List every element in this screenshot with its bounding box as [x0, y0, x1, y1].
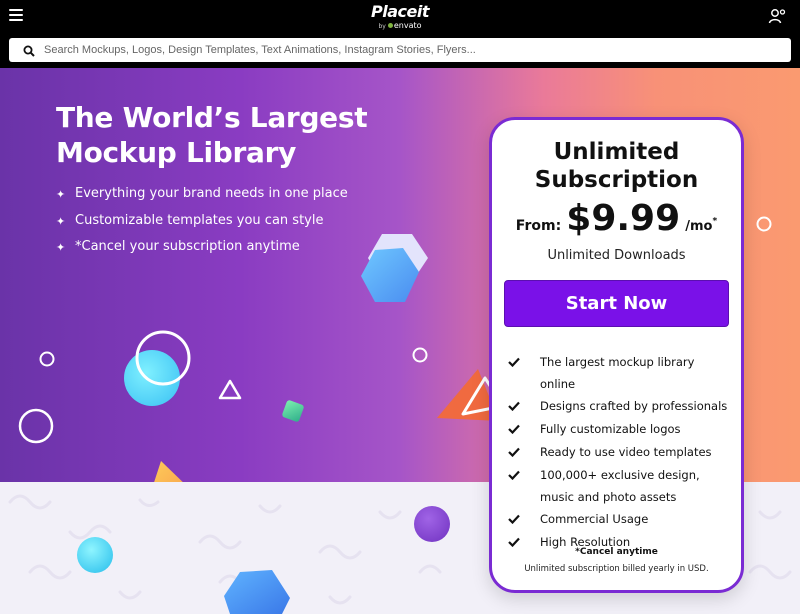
- feature-list: The largest mockup library online Design…: [508, 351, 730, 554]
- price-period: /mo: [685, 219, 713, 234]
- hero-bullet: ✦ Everything your brand needs in one plac…: [56, 186, 348, 213]
- sparkle-icon: ✦: [56, 214, 66, 228]
- triangle-outline-shape: [218, 379, 242, 400]
- small-ring-shape: [39, 351, 55, 367]
- hero-title-line1: The World’s Largest: [56, 101, 368, 134]
- cancel-note: *Cancel anytime: [575, 547, 658, 557]
- feature-item: Fully customizable logos: [508, 418, 730, 441]
- envato-leaf-icon: [387, 23, 393, 28]
- checkmark-icon: [508, 464, 540, 487]
- small-ring-shape-2: [412, 347, 428, 363]
- hero-bullet-text: Everything your brand needs in one place: [75, 186, 348, 201]
- price-row: From: $9.99 /mo*: [492, 198, 741, 239]
- yellow-triangle-shape: [154, 461, 183, 482]
- circle-shapes: [124, 330, 191, 406]
- user-account-icon[interactable]: [768, 8, 786, 24]
- feature-text: 100,000+ exclusive design, music and pho…: [540, 468, 700, 504]
- price-from-label: From:: [515, 218, 562, 234]
- feature-text: Designs crafted by professionals: [540, 399, 728, 413]
- feature-item: 100,000+ exclusive design, music and pho…: [508, 464, 730, 508]
- price-amount: $9.99: [566, 198, 681, 239]
- hero-bullet-text: Customizable templates you can style: [75, 212, 324, 228]
- search-bar: [9, 38, 791, 62]
- purple-circle-shape: [414, 506, 450, 542]
- checkmark-icon: [508, 395, 540, 418]
- card-subtitle: Unlimited Downloads: [547, 248, 686, 263]
- cyan-circle-shape: [77, 537, 113, 573]
- diamond-shape: [282, 400, 304, 422]
- ring-shape: [18, 408, 54, 444]
- search-icon[interactable]: [23, 44, 35, 57]
- hero-bullet: ✦ Customizable templates you can style: [56, 213, 348, 240]
- logo-by-text: by: [378, 23, 386, 30]
- feature-item: The largest mockup library online: [508, 351, 730, 395]
- sparkle-icon: ✦: [56, 188, 66, 201]
- card-title-line1: Unlimited: [553, 139, 680, 165]
- checkmark-icon: [508, 351, 540, 374]
- feature-text: Fully customizable logos: [540, 422, 681, 436]
- hero-title: The World’s Largest Mockup Library: [56, 100, 456, 170]
- feature-item: Commercial Usage: [508, 508, 730, 531]
- feature-text: The largest mockup library online: [540, 355, 695, 391]
- feature-text: Ready to use video templates: [540, 445, 712, 459]
- placeit-logo[interactable]: Placeit by envato: [0, 3, 800, 31]
- hero-bullets: ✦ Everything your brand needs in one plac…: [56, 186, 348, 266]
- hero-bullet-text: *Cancel your subscription anytime: [75, 239, 300, 254]
- logo-wordmark: Placeit: [371, 2, 429, 21]
- small-ring-shape-3: [756, 216, 772, 232]
- checkmark-icon: [508, 441, 540, 464]
- feature-text: Commercial Usage: [540, 512, 649, 526]
- checkmark-icon: [508, 418, 540, 441]
- hero-title-line2: Mockup Library: [56, 136, 297, 169]
- blue-hexagon-shape: [224, 570, 290, 614]
- logo-envato-text: envato: [393, 21, 422, 30]
- card-title-line2: Subscription: [534, 167, 699, 193]
- feature-item: Ready to use video templates: [508, 441, 730, 464]
- search-input[interactable]: [44, 44, 764, 56]
- card-title: Unlimited Subscription: [492, 138, 741, 194]
- checkmark-icon: [508, 508, 540, 531]
- sparkle-icon: ✦: [56, 241, 66, 254]
- price-asterisk: *: [712, 216, 718, 227]
- logo-subtext: by envato: [0, 21, 800, 31]
- pricing-card: Unlimited Subscription From: $9.99 /mo* …: [489, 117, 744, 593]
- start-now-button[interactable]: Start Now: [504, 280, 729, 327]
- top-nav-bar: Placeit by envato: [0, 0, 800, 68]
- hero-bullet: ✦ *Cancel your subscription anytime: [56, 239, 348, 266]
- billing-note: Unlimited subscription billed yearly in …: [524, 564, 709, 574]
- hexagon-shape: [361, 234, 428, 302]
- feature-item: Designs crafted by professionals: [508, 395, 730, 418]
